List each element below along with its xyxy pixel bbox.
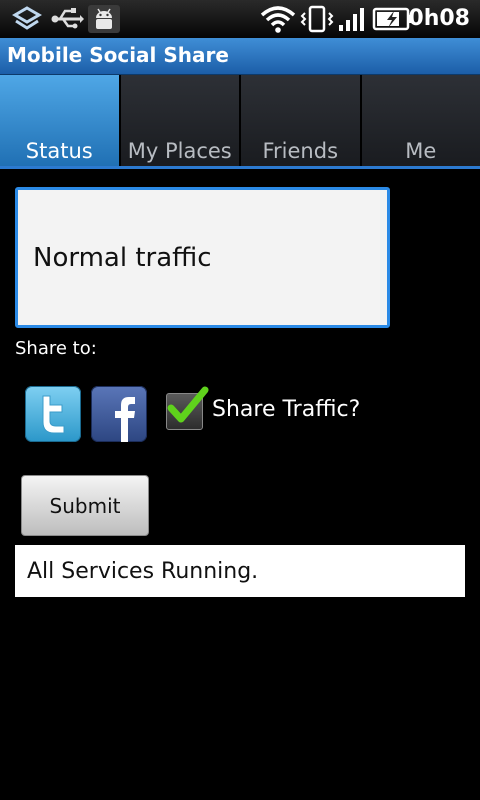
app-title: Mobile Social Share <box>7 43 229 67</box>
service-status-text: All Services Running. <box>15 545 465 597</box>
tab-my-places[interactable]: My Places <box>120 75 241 168</box>
twitter-icon[interactable] <box>25 386 81 442</box>
share-to-label: Share to: <box>15 338 97 359</box>
checkmark-icon <box>167 386 209 423</box>
battery-charging-icon <box>372 5 412 33</box>
share-traffic-label: Share Traffic? <box>212 397 361 422</box>
submit-button[interactable]: Submit <box>21 475 149 536</box>
system-status-bar: 0h08 <box>0 0 480 38</box>
facebook-icon[interactable] <box>91 386 147 442</box>
tab-indicator-line <box>0 166 480 169</box>
tab-me[interactable]: Me <box>361 75 480 168</box>
tab-bar: Status My Places Friends Me <box>0 75 480 168</box>
tab-label: Status <box>25 139 93 163</box>
app-title-bar: Mobile Social Share <box>0 38 480 75</box>
android-debug-icon <box>88 5 120 33</box>
signal-icon <box>338 5 368 33</box>
tab-status[interactable]: Status <box>0 75 121 168</box>
tab-label: Me <box>405 139 437 163</box>
vibrate-icon <box>300 5 334 33</box>
tab-friends[interactable]: Friends <box>241 75 362 168</box>
share-traffic-checkbox[interactable] <box>166 386 209 430</box>
layers-icon <box>12 5 42 33</box>
clock: 0h08 <box>408 6 470 31</box>
tab-label: My Places <box>127 139 232 163</box>
status-input[interactable]: Normal traffic <box>15 187 390 328</box>
wifi-icon <box>260 5 296 33</box>
usb-icon <box>50 5 84 33</box>
tab-label: Friends <box>262 139 339 163</box>
